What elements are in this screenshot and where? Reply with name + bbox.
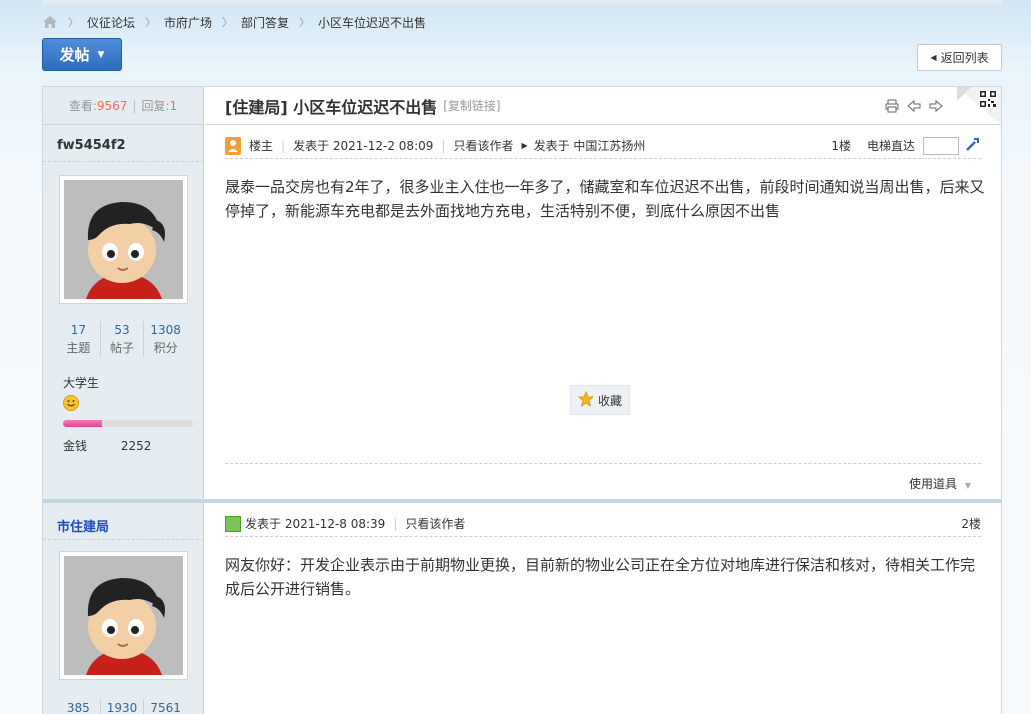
post2-only-author[interactable]: 只看该作者 [405, 515, 465, 532]
author-divider [43, 161, 204, 162]
chevron-down-icon: ▼ [97, 49, 105, 60]
post2-content: 网友你好：开发企业表示由于前期物业更换，目前新的物业公司正在全方位对地库进行保洁… [225, 556, 976, 598]
back-to-list-label: 返回列表 [940, 51, 989, 65]
views-count: 9567 [96, 98, 128, 113]
thread-title: [住建局] 小区车位迟迟不出售 [225, 97, 438, 117]
stat-threads-label: 主题 [66, 341, 91, 355]
post1-header-right: 1楼 电梯直达 [831, 136, 981, 155]
header-divider: | [393, 516, 398, 531]
post-divider [43, 499, 1001, 503]
replies-count: 1 [169, 98, 178, 113]
header-divider: | [441, 138, 446, 153]
star-icon [577, 390, 595, 410]
user-money: 金钱 2252 [63, 437, 151, 454]
post2-time: 发表于 2021-12-8 08:39 [245, 517, 386, 531]
post2-user-stats: 385 1930 7561 [57, 699, 187, 714]
jump-go-icon[interactable] [965, 136, 981, 155]
breadcrumb-separator-icon: 〉 [299, 16, 311, 29]
post1-user-stats: 17 主题 53 帖子 1308 积分 [57, 321, 187, 357]
thread-container: 查看: 9567 | 回复: 1 fw5454f2 17 主题 53 帖子 13… [42, 86, 1002, 714]
post2-header: 发表于 2021-12-8 08:39 | 只看该作者 2楼 [225, 511, 981, 537]
breadcrumb-item-forum[interactable]: 仪征论坛 [87, 14, 135, 31]
use-tools-menu[interactable]: 使用道具 ▼ [909, 475, 971, 492]
breadcrumb-separator-icon: 〉 [145, 16, 157, 29]
post1-floor[interactable]: 1楼 [831, 137, 851, 154]
back-to-list-button[interactable]: ◀ 返回列表 [917, 44, 1002, 71]
post2-avatar[interactable] [59, 551, 188, 680]
stat-threads-value: 385 [66, 701, 90, 714]
stat-threads[interactable]: 17 主题 [57, 321, 101, 357]
replies-label: 回复: [141, 99, 170, 113]
thread-title-bar: [住建局] 小区车位迟迟不出售 [复制链接] [205, 87, 1001, 125]
post1-avatar[interactable] [59, 175, 188, 304]
qr-code-icon[interactable] [957, 87, 1001, 125]
favorite-label: 收藏 [597, 393, 622, 408]
new-post-button[interactable]: 发帖 ▼ [42, 38, 122, 71]
post2-floor[interactable]: 2楼 [961, 515, 981, 532]
stat-posts[interactable]: 1930 [101, 699, 145, 714]
post1-header: 楼主 | 发表于 2021-12-2 08:09 | 只看该作者 ▶ 发表于 中… [225, 133, 981, 159]
level-progress-fill [63, 420, 102, 427]
post1-time: 发表于 2021-12-2 08:09 [293, 139, 434, 153]
next-thread-icon[interactable] [929, 99, 943, 113]
host-badge-icon [225, 136, 241, 155]
host-label: 楼主 [249, 139, 274, 153]
author-sidebar: 查看: 9567 | 回复: 1 fw5454f2 17 主题 53 帖子 13… [43, 87, 204, 714]
stat-posts-value: 1930 [106, 701, 138, 714]
money-value: 2252 [120, 439, 152, 453]
home-icon[interactable] [42, 15, 58, 29]
triangle-left-icon: ◀ [930, 53, 937, 62]
breadcrumb: 〉 仪征论坛 〉 市府广场 〉 部门答复 〉 小区车位迟迟不出售 [42, 12, 436, 32]
user-rank: 大学生 [63, 376, 100, 390]
breadcrumb-item-thread[interactable]: 小区车位迟迟不出售 [318, 14, 426, 31]
new-post-label: 发帖 [59, 46, 90, 64]
jump-label: 电梯直达 [866, 139, 915, 153]
thread-stats: 查看: 9567 | 回复: 1 [43, 87, 203, 125]
stat-points[interactable]: 1308 积分 [144, 321, 187, 357]
post1-location: 发表于 中国江苏扬州 [533, 139, 646, 153]
stat-points[interactable]: 7561 [144, 699, 187, 714]
stat-threads-value: 17 [70, 323, 86, 337]
header-divider: | [281, 138, 286, 153]
print-icon[interactable] [885, 99, 899, 113]
stats-divider: | [132, 98, 137, 113]
floor-jump-input[interactable] [923, 136, 959, 155]
post2-author-name[interactable]: 市住建局 [57, 516, 109, 535]
stat-posts[interactable]: 53 帖子 [101, 321, 145, 357]
views-label: 查看: [68, 99, 97, 113]
money-label: 金钱 [63, 439, 88, 453]
breadcrumb-item-section[interactable]: 市府广场 [164, 14, 212, 31]
level-progress-bar [63, 420, 193, 427]
breadcrumb-separator-icon: 〉 [222, 16, 234, 29]
user-badge-icon [225, 515, 241, 532]
stat-posts-label: 帖子 [110, 341, 135, 355]
author-divider [43, 539, 204, 540]
avatar-image [64, 556, 183, 675]
breadcrumb-separator-icon: 〉 [68, 16, 79, 29]
triangle-right-icon: ▶ [521, 141, 528, 150]
stat-points-label: 积分 [153, 341, 178, 355]
copy-link[interactable]: [复制链接] [443, 97, 500, 114]
breadcrumb-item-board[interactable]: 部门答复 [241, 14, 289, 31]
chevron-down-icon: ▼ [964, 481, 971, 490]
stat-posts-value: 53 [114, 323, 130, 337]
favorite-button[interactable]: 收藏 [570, 385, 630, 415]
use-tools-label: 使用道具 [909, 477, 958, 491]
prev-thread-icon[interactable] [907, 99, 921, 113]
stat-points-value: 7561 [150, 701, 181, 714]
post2-header-right: 2楼 [961, 515, 981, 532]
stat-threads[interactable]: 385 [57, 699, 101, 714]
stat-points-value: 1308 [150, 323, 181, 337]
top-strip [42, 0, 1002, 5]
smiley-icon [63, 395, 79, 411]
title-tools [885, 99, 943, 113]
post1-only-author[interactable]: 只看该作者 [453, 137, 513, 154]
avatar-image [64, 180, 183, 299]
post1-author-name[interactable]: fw5454f2 [57, 138, 126, 153]
post1-content: 晟泰一品交房也有2年了，很多业主入住也一年多了，储藏室和车位迟迟不出售，前段时间… [225, 178, 985, 220]
post1-footer-divider [225, 463, 981, 464]
